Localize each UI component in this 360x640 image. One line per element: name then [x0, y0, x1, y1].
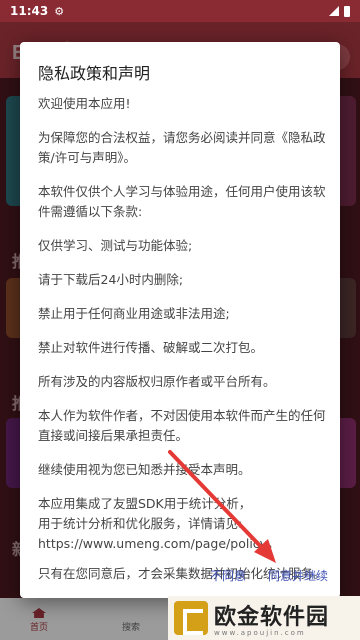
dialog-paragraph: 欢迎使用本应用!	[38, 96, 131, 111]
dialog-paragraph: 继续使用视为您已知悉并接受本声明。	[38, 462, 251, 477]
battery-icon	[344, 5, 350, 17]
dialog-paragraph: 禁止用于任何商业用途或非法用途;	[38, 306, 230, 321]
dialog-paragraph: 所有涉及的内容版权归原作者或平台所有。	[38, 374, 276, 389]
dialog-paragraph: 本软件仅供个人学习与体验用途，任何用户使用该软件需遵循以下条款:	[38, 184, 326, 219]
dialog-paragraph: 请于下载后24小时内删除;	[38, 272, 184, 287]
dialog-body: 欢迎使用本应用! 为保障您的合法权益，请您务必阅读并同意《隐私政策/许可与声明》…	[38, 94, 332, 598]
privacy-dialog: 隐私政策和声明 欢迎使用本应用! 为保障您的合法权益，请您务必阅读并同意《隐私政…	[20, 42, 340, 598]
watermark-name: 欧金软件园	[214, 605, 330, 630]
site-watermark: 欧金软件园 www.apoujin.com	[168, 596, 360, 640]
agree-button[interactable]: 同意并继续	[264, 563, 332, 588]
status-bar: 11:43 ⚙	[0, 0, 360, 22]
dialog-actions: 不同意 同意并继续	[206, 563, 332, 588]
signal-icon	[329, 6, 339, 16]
dialog-paragraph: 本人作为软件作者，不对因使用本软件而产生的任何直接或间接后果承担责任。	[38, 408, 326, 443]
status-time: 11:43	[10, 4, 49, 18]
dialog-paragraph: 为保障您的合法权益，请您务必阅读并同意《隐私政策/许可与声明》。	[38, 130, 326, 165]
dialog-title: 隐私政策和声明	[38, 64, 151, 83]
watermark-url: www.apoujin.com	[214, 629, 306, 637]
dialog-paragraph-sdk: 本应用集成了友盟SDK用于统计分析， 用于统计分析和优化服务，详情请见: htt…	[38, 496, 280, 551]
dialog-paragraph: 仅供学习、测试与功能体验;	[38, 238, 193, 253]
dialog-paragraph: 禁止对软件进行传播、破解或二次打包。	[38, 340, 264, 355]
disagree-button[interactable]: 不同意	[206, 563, 250, 588]
status-icons	[329, 5, 350, 17]
watermark-text: 欧金软件园 www.apoujin.com	[214, 599, 329, 637]
settings-gear-icon: ⚙	[54, 4, 65, 18]
watermark-logo-icon	[174, 601, 208, 635]
